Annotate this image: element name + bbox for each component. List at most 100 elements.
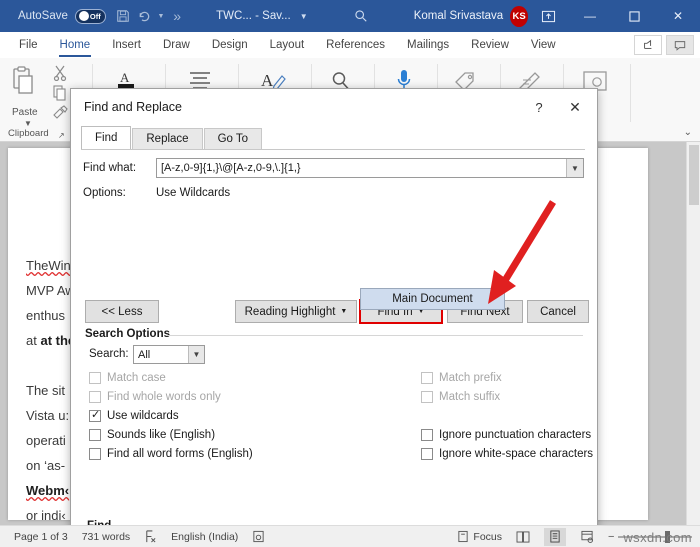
document-title-chevron-icon[interactable]: ▼ <box>300 12 308 21</box>
zoom-out-button[interactable]: − <box>608 531 614 542</box>
less-button[interactable]: << Less <box>85 300 159 323</box>
doc-line: Vista u: <box>26 408 70 423</box>
checkbox-find-whole-words-only[interactable]: Find whole words only <box>89 391 221 403</box>
doc-line: The sit <box>26 383 66 398</box>
close-button[interactable]: ✕ <box>656 0 700 32</box>
search-scope-label: Search: <box>89 348 129 360</box>
search-options-label: Search Options <box>85 328 175 340</box>
find-what-value[interactable]: [A-z,0-9]{1,}\@[A-z,0-9,\.]{1,} <box>157 162 566 174</box>
tab-replace-label: Replace <box>146 133 189 145</box>
ribbon-separator <box>630 64 631 122</box>
search-scope-select[interactable]: All ▼ <box>133 345 205 364</box>
dialog-close-button[interactable]: ✕ <box>557 92 593 122</box>
doc-line: TheWin <box>26 258 71 273</box>
ribbon-tab-strip: File Home Insert Draw Design Layout Refe… <box>0 32 700 58</box>
dialog-body: Find Replace Go To Find what: [A-z,0-9]{… <box>71 125 597 547</box>
tab-file[interactable]: File <box>8 32 49 58</box>
page-indicator-label: Page 1 of 3 <box>14 530 68 543</box>
clipboard-dialog-launcher-icon[interactable]: ↗ <box>58 131 65 140</box>
tab-home[interactable]: Home <box>49 32 102 58</box>
cancel-button[interactable]: Cancel <box>527 300 589 323</box>
format-painter-icon[interactable] <box>53 105 68 124</box>
language-label: English (India) <box>171 530 239 543</box>
tab-find[interactable]: Find <box>81 126 132 149</box>
check-icon: ✓ <box>91 409 101 421</box>
autosave-label: AutoSave <box>18 10 68 22</box>
scrollbar-thumb[interactable] <box>689 145 699 205</box>
tab-mailings[interactable]: Mailings <box>396 32 460 58</box>
chevron-down-icon[interactable]: ▼ <box>188 346 204 363</box>
maximize-restore-button[interactable] <box>612 0 656 32</box>
checkbox-label: Use wildcards <box>107 410 179 422</box>
group-label-clipboard: Clipboard <box>8 128 49 139</box>
checkbox-find-all-word-forms[interactable]: Find all word forms (English) <box>89 448 253 460</box>
avatar[interactable]: KS <box>510 5 529 27</box>
autosave-toggle[interactable]: Off <box>74 8 106 24</box>
options-label: Options: <box>83 187 126 199</box>
find-and-replace-dialog: Find and Replace ? ✕ Find Replace Go To … <box>70 88 598 547</box>
minimize-button[interactable]: — <box>568 0 612 32</box>
reading-highlight-button[interactable]: Reading Highlight ▼ <box>235 300 357 323</box>
doc-line: enthus <box>26 308 66 323</box>
checkbox-sounds-like[interactable]: Sounds like (English) <box>89 429 215 441</box>
checkbox-label: Ignore white-space characters <box>439 448 594 460</box>
page-indicator[interactable]: Page 1 of 3 <box>14 531 68 543</box>
account-name[interactable]: Komal Srivastava <box>414 10 503 22</box>
vertical-scrollbar[interactable] <box>686 142 700 525</box>
title-bar: AutoSave Off ▼ » TWC... - Sav... ▼ Komal… <box>0 0 700 32</box>
comments-icon[interactable] <box>666 35 694 55</box>
svg-text:A: A <box>120 70 130 85</box>
checkbox-label: Match case <box>107 372 166 384</box>
word-count[interactable]: 731 words <box>82 531 130 543</box>
tab-view[interactable]: View <box>520 32 567 58</box>
undo-dropdown-icon[interactable]: ▼ <box>156 3 166 29</box>
proofing-errors-icon[interactable] <box>144 530 157 543</box>
checkbox-ignore-whitespace[interactable]: Ignore white-space characters <box>421 448 593 460</box>
tab-review[interactable]: Review <box>460 32 520 58</box>
paste-icon[interactable] <box>10 66 36 101</box>
print-layout-icon[interactable] <box>544 527 566 546</box>
checkbox-match-case[interactable]: Match case <box>89 372 166 384</box>
status-bar: Page 1 of 3 731 words English (India) Fo… <box>0 525 700 547</box>
tab-insert[interactable]: Insert <box>101 32 152 58</box>
tab-layout[interactable]: Layout <box>259 32 316 58</box>
quick-access-overflow-icon[interactable]: » <box>166 3 188 29</box>
chevron-down-icon[interactable]: ▼ <box>566 159 583 177</box>
doc-line: MVP Aw <box>26 283 75 298</box>
doc-line: or indi‹ <box>26 508 66 523</box>
search-icon[interactable] <box>350 3 372 29</box>
web-layout-icon[interactable] <box>576 528 598 546</box>
doc-line-prefix: at <box>26 333 41 348</box>
help-icon[interactable]: ? <box>521 92 557 122</box>
tab-replace[interactable]: Replace <box>132 128 203 149</box>
ribbon-display-options-icon[interactable] <box>528 0 568 32</box>
language-indicator[interactable]: English (India) <box>171 531 238 543</box>
save-icon[interactable] <box>112 3 134 29</box>
checkbox-box <box>89 448 101 460</box>
collapse-ribbon-chevron-icon[interactable]: ⌄ <box>684 127 692 138</box>
undo-icon[interactable] <box>134 3 156 29</box>
read-mode-icon[interactable] <box>512 528 534 546</box>
checkbox-ignore-punctuation[interactable]: Ignore punctuation characters <box>421 429 591 441</box>
checkbox-box <box>421 391 433 403</box>
find-in-menu-item-main-document[interactable]: Main Document <box>360 288 505 310</box>
checkbox-match-suffix[interactable]: Match suffix <box>421 391 500 403</box>
focus-mode-button[interactable]: Focus <box>457 530 502 543</box>
share-icon[interactable] <box>634 35 662 55</box>
tab-references[interactable]: References <box>315 32 396 58</box>
accessibility-checker-icon[interactable] <box>252 530 265 543</box>
checkbox-match-prefix[interactable]: Match prefix <box>421 372 502 384</box>
focus-label: Focus <box>473 530 502 543</box>
checkbox-box: ✓ <box>89 409 101 422</box>
checkbox-use-wildcards[interactable]: ✓ Use wildcards <box>89 409 179 422</box>
doc-line: on ‘as- <box>26 458 66 473</box>
tab-design[interactable]: Design <box>201 32 259 58</box>
cut-icon[interactable] <box>53 65 67 86</box>
paste-dropdown-chevron-icon[interactable]: ▼ <box>24 119 32 128</box>
tab-draw[interactable]: Draw <box>152 32 201 58</box>
find-what-input[interactable]: [A-z,0-9]{1,}\@[A-z,0-9,\.]{1,} ▼ <box>156 158 584 178</box>
chevron-down-icon: ▼ <box>340 308 348 315</box>
checkbox-box <box>421 429 433 441</box>
tab-goto[interactable]: Go To <box>203 128 263 149</box>
copy-icon[interactable] <box>53 85 67 106</box>
